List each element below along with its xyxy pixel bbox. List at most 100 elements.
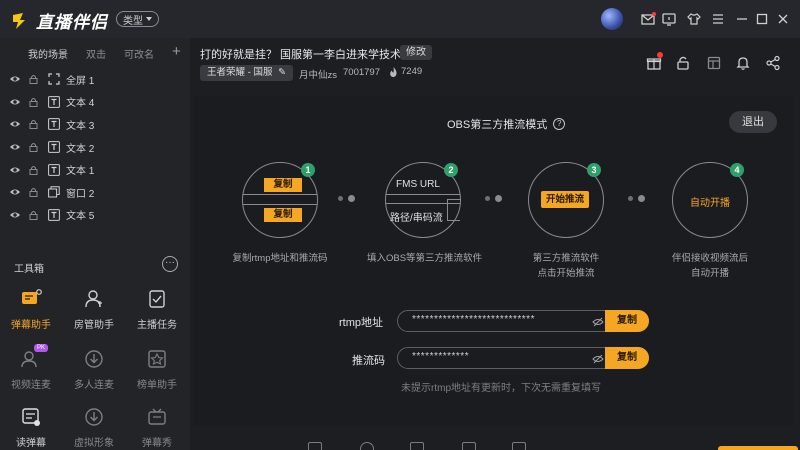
text-icon (48, 208, 60, 221)
tool-danmaku-show[interactable]: 弹幕秀 (126, 406, 188, 449)
tool-label: 视频连麦 (11, 380, 51, 391)
step-4-badge: 4 (730, 163, 744, 177)
lock-icon[interactable] (29, 142, 38, 153)
lock-icon[interactable] (29, 74, 38, 85)
read-danmaku-icon (22, 408, 40, 426)
layer-row[interactable]: 文本 1 (0, 158, 190, 181)
stream-key-value: ************* (412, 351, 470, 362)
lock-icon[interactable] (29, 187, 38, 198)
scene-tab-rename[interactable]: 可改名 (124, 46, 154, 61)
edit-title-button[interactable]: 修改 (400, 45, 432, 60)
minimize-icon[interactable] (734, 11, 750, 27)
tool-ranking-assistant[interactable]: 榜单助手 (126, 348, 188, 391)
exit-button[interactable]: 退出 (729, 111, 777, 133)
unlock-icon[interactable] (675, 55, 691, 71)
room-id: 7001797 (343, 67, 380, 78)
start-live-button[interactable] (718, 446, 798, 450)
step-3-start-tag: 开始推流 (541, 191, 589, 208)
eye-icon[interactable] (9, 165, 21, 175)
tool-label: 主播任务 (137, 320, 177, 331)
tool-video-link[interactable]: PK 视频连麦 (0, 344, 62, 391)
tool-label: 多人连麦 (74, 380, 114, 391)
obs-mode-title: OBS第三方推流模式 ? (447, 116, 566, 132)
lock-icon[interactable] (29, 97, 38, 107)
layout-icon[interactable] (706, 55, 722, 71)
tool-label: 弹幕助手 (11, 320, 51, 331)
step-3-description: 第三方推流软件 点击开始推流 (513, 251, 619, 281)
type-button[interactable]: 类型 (116, 11, 159, 27)
stream-key-input[interactable]: ************* 复制 (397, 347, 649, 369)
add-scene-icon[interactable]: + (172, 43, 181, 60)
step-2-fms-url: FMS URL (396, 179, 440, 190)
layer-row[interactable]: 文本 3 (0, 113, 190, 136)
multi-link-icon (85, 350, 103, 368)
tool-label: 榜单助手 (137, 380, 177, 391)
tv-icon[interactable] (661, 11, 677, 27)
bottom-tool-icon[interactable] (308, 442, 322, 450)
eye-icon[interactable] (9, 210, 21, 220)
lock-icon[interactable] (29, 119, 38, 130)
app-logo-icon (13, 12, 25, 29)
scene-tab-my-scene[interactable]: 我的场景 (28, 46, 68, 61)
menu-icon[interactable] (710, 11, 726, 27)
step-3-description-line-1: 第三方推流软件 (532, 253, 600, 264)
tool-label: 房管助手 (74, 320, 114, 331)
layer-list: 全屏 1 文本 4 文本 3 文本 2 文本 1 窗口 2 文本 5 (0, 68, 190, 226)
help-icon[interactable]: ? (553, 118, 566, 130)
step-1-line-top (243, 194, 317, 195)
layer-row[interactable]: 全屏 1 (0, 68, 190, 91)
tool-streamer-task[interactable]: 主播任务 (126, 288, 188, 331)
mail-icon[interactable] (640, 11, 656, 27)
lock-icon[interactable] (29, 210, 38, 220)
layer-label: 全屏 1 (66, 75, 95, 87)
category-tag[interactable]: 王者荣耀 - 国服 ✎ (200, 65, 294, 81)
user-avatar[interactable] (601, 8, 623, 30)
tool-read-danmaku[interactable]: 读弹幕 (0, 406, 62, 449)
moderator-icon (85, 290, 102, 308)
layer-row[interactable]: 窗口 2 (0, 181, 190, 204)
eye-icon[interactable] (9, 74, 21, 84)
bell-icon[interactable] (735, 55, 751, 71)
more-icon[interactable] (162, 256, 178, 272)
eye-icon[interactable] (9, 142, 21, 152)
step-4-description: 伴侣接收视频流后 自动开播 (657, 251, 763, 281)
layer-row[interactable]: 文本 5 (0, 204, 190, 227)
layer-label: 文本 3 (66, 120, 95, 132)
step-1-badge: 1 (301, 163, 315, 177)
eye-icon[interactable] (9, 119, 21, 129)
eye-icon[interactable] (9, 97, 21, 107)
tool-virtual-avatar[interactable]: 虚拟形象 (63, 406, 125, 449)
step-1-description: 复制rtmp地址和推流码 (232, 253, 328, 264)
tool-moderator-assistant[interactable]: 房管助手 (63, 288, 125, 331)
tool-danmaku-assistant[interactable]: 弹幕助手 (0, 288, 62, 331)
layer-label: 文本 1 (66, 166, 95, 178)
copy-stream-key-button[interactable]: 复制 (605, 347, 649, 369)
rtmp-input[interactable]: **************************** 复制 (397, 310, 649, 332)
app-name: 直播伴侣 (36, 13, 108, 32)
tool-multi-link[interactable]: 多人连麦 (63, 348, 125, 391)
share-icon[interactable] (765, 55, 781, 71)
maximize-icon[interactable] (754, 11, 770, 27)
layer-row[interactable]: 文本 2 (0, 136, 190, 159)
step-1-line-bottom (243, 204, 317, 205)
bottom-tool-icon[interactable] (360, 442, 374, 450)
layer-label: 文本 4 (66, 98, 95, 110)
bottom-tool-icon[interactable] (410, 442, 424, 450)
hide-eye-icon[interactable] (592, 316, 604, 328)
copy-rtmp-button[interactable]: 复制 (605, 310, 649, 332)
shirt-icon[interactable] (686, 11, 702, 27)
scene-tab-double-click[interactable]: 双击 (86, 46, 106, 61)
bottom-tool-icon[interactable] (462, 442, 476, 450)
text-icon (48, 141, 60, 153)
lock-icon[interactable] (29, 165, 38, 175)
heat-value: 7249 (401, 66, 423, 77)
pencil-icon: ✎ (278, 67, 287, 78)
close-icon[interactable] (775, 11, 791, 27)
category-label: 王者荣耀 - 国服 (207, 67, 273, 78)
layer-label: 文本 2 (66, 143, 95, 155)
layer-row[interactable]: 文本 4 (0, 91, 190, 114)
text-icon (48, 118, 60, 131)
eye-icon[interactable] (9, 187, 21, 197)
hide-eye-icon[interactable] (592, 353, 604, 365)
bottom-tool-icon[interactable] (512, 442, 526, 450)
